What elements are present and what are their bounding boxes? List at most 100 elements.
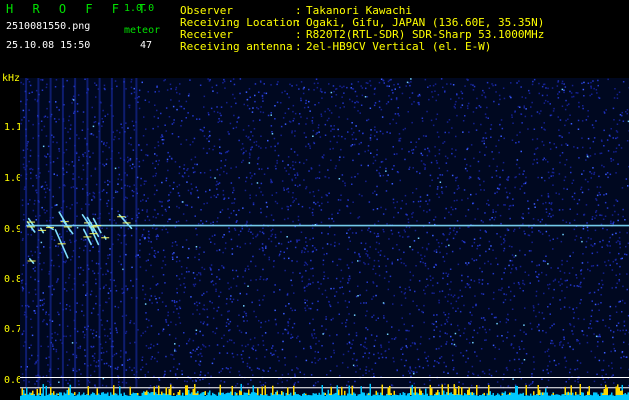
- noise-speck: [602, 272, 605, 274]
- noise-speck: [58, 186, 61, 189]
- noise-speck: [189, 79, 191, 81]
- noise-speck: [576, 213, 579, 215]
- noise-speck: [615, 232, 617, 235]
- noise-speck: [519, 371, 521, 373]
- noise-speck: [240, 354, 243, 356]
- noise-speck: [408, 150, 410, 153]
- noise-speck: [589, 155, 592, 157]
- noise-speck: [66, 290, 68, 292]
- noise-speck: [280, 243, 283, 245]
- noise-speck: [547, 193, 549, 195]
- level-bar: [576, 394, 578, 400]
- noise-speck: [121, 292, 124, 294]
- noise-speck: [348, 341, 351, 344]
- noise-speck: [590, 244, 592, 246]
- noise-speck: [116, 368, 119, 370]
- noise-speck: [207, 112, 210, 114]
- noise-speck: [217, 111, 219, 114]
- level-bar-peak: [351, 385, 353, 395]
- noise-speck: [438, 167, 440, 169]
- noise-speck: [192, 339, 195, 342]
- noise-speck: [22, 237, 24, 240]
- noise-speck: [466, 105, 469, 107]
- noise-speck: [230, 182, 233, 184]
- noise-speck: [507, 385, 510, 387]
- noise-speck: [611, 214, 614, 216]
- noise-speck: [46, 323, 48, 326]
- noise-speck: [612, 374, 614, 376]
- noise-speck: [290, 240, 292, 243]
- noise-speck: [196, 348, 198, 350]
- noise-speck: [469, 176, 472, 179]
- noise-speck: [487, 199, 489, 202]
- noise-speck: [531, 260, 533, 263]
- noise-speck: [269, 367, 271, 369]
- noise-speck: [317, 82, 319, 84]
- noise-speck: [158, 297, 161, 299]
- level-bar-peak: [575, 391, 577, 395]
- noise-speck: [358, 143, 361, 145]
- noise-speck: [70, 186, 73, 189]
- level-bar-peak: [146, 390, 148, 395]
- noise-speck: [545, 274, 548, 276]
- noise-speck: [441, 192, 444, 195]
- noise-speck: [92, 329, 95, 332]
- noise-speck: [484, 95, 487, 98]
- noise-speck: [446, 170, 449, 172]
- noise-speck: [217, 306, 220, 309]
- noise-speck: [541, 271, 543, 274]
- noise-speck: [82, 331, 84, 333]
- level-bar: [57, 395, 59, 400]
- noise-speck: [394, 88, 396, 90]
- noise-speck: [552, 280, 555, 282]
- noise-speck: [610, 329, 612, 332]
- noise-speck: [150, 358, 152, 360]
- noise-speck: [367, 118, 370, 121]
- noise-speck: [417, 237, 420, 239]
- noise-speck: [616, 136, 619, 139]
- level-bar: [110, 392, 112, 400]
- noise-speck: [583, 81, 585, 84]
- noise-speck: [590, 315, 593, 317]
- level-bar: [342, 395, 344, 400]
- noise-speck: [516, 159, 519, 161]
- level-bar: [563, 394, 565, 400]
- noise-speck: [375, 241, 378, 244]
- noise-speck: [45, 311, 47, 313]
- noise-speck: [411, 342, 414, 344]
- noise-speck: [403, 251, 405, 254]
- noise-speck: [261, 247, 264, 249]
- noise-speck: [273, 353, 275, 356]
- noise-speck: [606, 139, 609, 141]
- noise-speck: [593, 380, 596, 383]
- level-bar-peak: [272, 385, 274, 395]
- noise-speck: [54, 331, 56, 334]
- noise-speck: [409, 84, 411, 87]
- noise-speck: [364, 96, 367, 98]
- level-bar: [450, 392, 452, 400]
- noise-speck: [319, 136, 322, 138]
- noise-speck: [436, 361, 438, 363]
- level-bar: [551, 394, 553, 400]
- noise-speck: [126, 197, 128, 199]
- noise-speck: [619, 329, 622, 332]
- noise-speck: [326, 374, 328, 376]
- level-bar: [470, 392, 472, 400]
- noise-speck: [255, 349, 257, 352]
- noise-speck: [407, 370, 410, 372]
- noise-speck: [330, 159, 332, 161]
- noise-speck: [560, 341, 562, 343]
- noise-speck: [113, 219, 116, 222]
- noise-speck: [372, 162, 375, 165]
- noise-speck: [548, 287, 550, 290]
- noise-speck: [501, 127, 504, 130]
- noise-speck: [152, 175, 154, 178]
- noise-speck: [245, 91, 248, 93]
- noise-speck: [590, 265, 593, 267]
- level-bar-peak: [170, 384, 172, 395]
- noise-speck: [329, 370, 332, 372]
- level-bar: [159, 394, 161, 400]
- noise-speck: [456, 199, 458, 202]
- noise-speck: [399, 140, 401, 142]
- noise-speck: [119, 157, 122, 159]
